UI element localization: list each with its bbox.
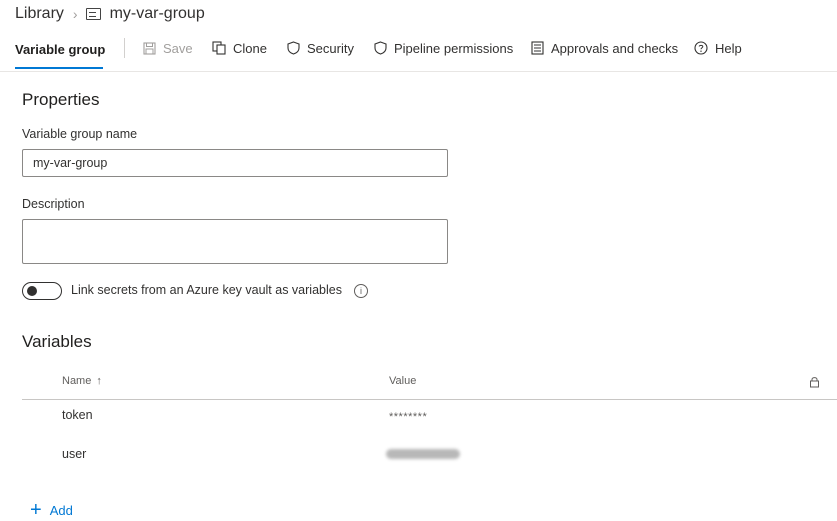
save-icon xyxy=(143,41,156,55)
info-icon[interactable]: i xyxy=(354,284,368,298)
toggle-knob xyxy=(27,286,37,296)
tab-variable-group[interactable]: Variable group xyxy=(15,42,105,57)
active-tab-indicator xyxy=(15,67,103,69)
name-column-header[interactable]: Name ↑ xyxy=(62,375,102,387)
toolbar-divider xyxy=(124,38,125,58)
clone-button[interactable]: Clone xyxy=(212,39,267,57)
pipeline-permissions-button[interactable]: Pipeline permissions xyxy=(374,39,513,57)
command-bar: Variable group Save Clone Security Pipel… xyxy=(0,35,837,72)
breadcrumb-current: my-var-group xyxy=(109,5,205,22)
shield-icon xyxy=(287,41,300,55)
checklist-icon xyxy=(531,41,544,55)
plus-icon: + xyxy=(30,499,42,521)
approvals-and-checks-button[interactable]: Approvals and checks xyxy=(531,39,678,57)
variable-group-name-input[interactable] xyxy=(22,149,448,177)
variable-value-secret[interactable]: ******** xyxy=(389,411,427,423)
variable-group-name-label: Variable group name xyxy=(22,127,138,141)
add-label: Add xyxy=(49,502,73,518)
security-label: Security xyxy=(307,40,354,56)
keyvault-toggle[interactable] xyxy=(22,282,62,300)
chevron-right-icon: › xyxy=(72,6,78,22)
help-button[interactable]: Help xyxy=(694,39,742,57)
properties-heading: Properties xyxy=(22,90,100,109)
value-column-header: Value xyxy=(389,375,417,387)
pipeline-permissions-label: Pipeline permissions xyxy=(394,40,514,56)
security-button[interactable]: Security xyxy=(287,39,354,57)
help-label: Help xyxy=(715,40,742,56)
add-variable-button[interactable]: + Add xyxy=(30,499,73,521)
variable-value-redacted[interactable] xyxy=(386,449,460,459)
breadcrumb: Library › my-var-group xyxy=(15,4,205,24)
help-icon xyxy=(694,41,708,55)
breadcrumb-library-link[interactable]: Library xyxy=(15,5,64,23)
shield-icon xyxy=(374,41,387,55)
clone-icon xyxy=(212,41,226,55)
description-input[interactable] xyxy=(22,219,448,264)
clone-label: Clone xyxy=(233,40,267,56)
table-header-divider xyxy=(22,399,837,400)
lock-icon xyxy=(809,375,820,393)
variables-heading: Variables xyxy=(22,332,92,351)
name-column-label: Name xyxy=(62,375,92,387)
save-label: Save xyxy=(163,40,193,56)
variable-name[interactable]: user xyxy=(62,447,86,461)
approvals-and-checks-label: Approvals and checks xyxy=(551,40,679,56)
variable-name[interactable]: token xyxy=(62,408,93,422)
variable-group-icon xyxy=(85,8,101,20)
keyvault-toggle-label: Link secrets from an Azure key vault as … xyxy=(71,283,342,297)
sort-ascending-icon: ↑ xyxy=(96,375,102,387)
save-button[interactable]: Save xyxy=(143,39,193,57)
description-label: Description xyxy=(22,197,85,211)
